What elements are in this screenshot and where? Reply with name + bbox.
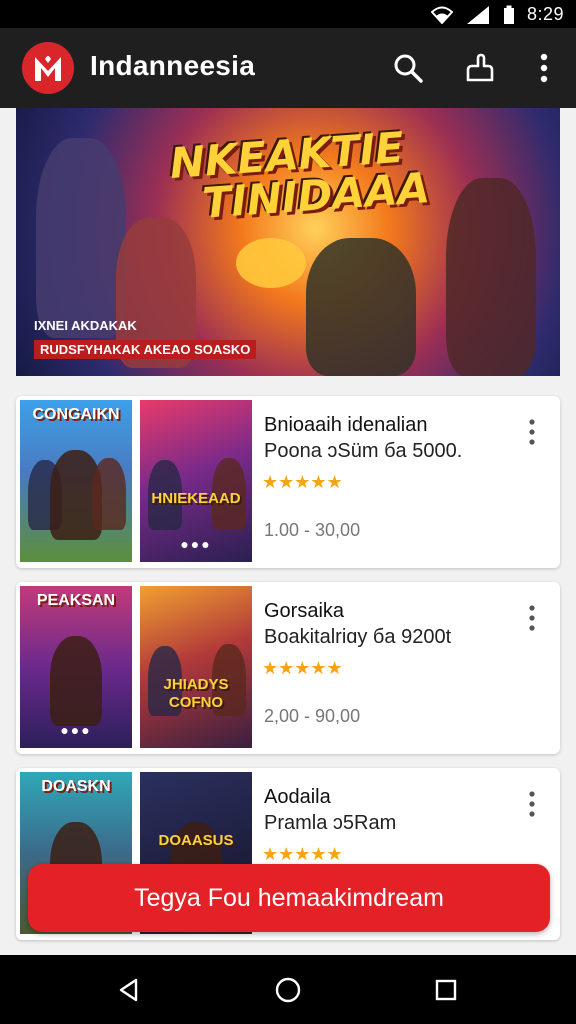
game-card-2[interactable]: PEAKSAN ●●● JHIADYS COFNO Gorsaika Boaki… — [16, 582, 560, 754]
card-3-rating-stars: ★★★★★ — [262, 844, 343, 864]
app-title: Indanneesia — [90, 50, 256, 81]
banner-title: NKEAKTIE TINIDAAA — [168, 123, 432, 228]
wifi-icon — [430, 6, 453, 24]
card-2-title: Gorsaika — [264, 600, 345, 622]
card-2-thumb-1-dots: ●●● — [60, 722, 92, 738]
banner-flame — [236, 238, 306, 288]
card-2-thumb-2-caption: JHIADYS COFNO — [163, 676, 229, 711]
card-1-subtitle: Poona ɔSüm бa 5000. — [264, 440, 463, 462]
banner-tagline: RUDSFYHAKAK AKEAO SOASKO — [34, 340, 257, 359]
card-1-title: Bnioaaih idenalian — [264, 414, 428, 436]
navigation-bar — [0, 955, 576, 1024]
card-2-subtitle: Boakitalriɑy бa 9200t — [264, 626, 452, 648]
app-logo-icon[interactable] — [22, 42, 74, 94]
back-icon[interactable] — [112, 973, 146, 1007]
app-bar: Indanneesia — [0, 28, 576, 108]
battery-icon — [503, 5, 514, 24]
card-3-more-icon[interactable] — [520, 788, 544, 820]
card-2-thumb-1-caption: PEAKSAN — [36, 592, 116, 609]
status-bar: 8:29 — [0, 0, 576, 28]
card-1-price: 1.00 - 30,00 — [264, 520, 361, 540]
signal-icon — [466, 5, 489, 24]
search-icon[interactable] — [390, 50, 426, 86]
banner-hero-left — [36, 138, 126, 338]
card-2-more-icon[interactable] — [520, 602, 544, 634]
banner-subtitle: IXNEI AKDAKAK — [34, 318, 137, 333]
card-2-thumbnail-1[interactable]: PEAKSAN ●●● — [20, 586, 132, 748]
card-3-thumb-1-caption: DOASKN — [41, 778, 111, 795]
recents-icon[interactable] — [429, 973, 463, 1007]
card-1-thumb-2-caption: HNIEKEAAD — [151, 490, 241, 507]
home-icon[interactable] — [271, 973, 305, 1007]
banner-hero-right — [446, 178, 536, 376]
card-1-rating-stars: ★★★★★ — [262, 472, 343, 492]
primary-action-button[interactable]: Tegya Fou hemaakimdream — [28, 864, 550, 932]
card-2-thumb-1-figure — [50, 636, 102, 726]
card-1-thumb-1-figure-right — [92, 458, 126, 530]
card-1-thumb-2-dots: ●●● — [180, 536, 212, 552]
card-1-thumbnail-2[interactable]: HNIEKEAAD ●●● — [140, 400, 252, 562]
card-3-thumb-2-caption: DOAASUS — [158, 832, 234, 849]
card-2-thumbnail-2[interactable]: JHIADYS COFNO — [140, 586, 252, 748]
banner-hero-center — [306, 238, 416, 376]
card-3-subtitle: Pramla ɔ5Ram — [264, 812, 397, 834]
card-1-thumb-1-caption: CONGAIKN — [32, 406, 120, 423]
status-time: 8:29 — [526, 4, 564, 24]
share-icon[interactable] — [462, 50, 498, 86]
hero-banner[interactable]: NKEAKTIE TINIDAAA IXNEI AKDAKAK RUDSFYHA… — [16, 108, 560, 376]
game-card-1[interactable]: CONGAIKN HNIEKEAAD ●●● Bnioaaih idenalia… — [16, 396, 560, 568]
card-1-more-icon[interactable] — [520, 416, 544, 448]
status-icons: 8:29 — [430, 4, 564, 25]
card-1-thumbnail-1[interactable]: CONGAIKN — [20, 400, 132, 562]
more-vertical-icon[interactable] — [526, 50, 562, 86]
card-2-price: 2,00 - 90,00 — [264, 706, 361, 726]
card-3-title: Aodaila — [264, 786, 331, 808]
banner-title-line2: TINIDAAA — [200, 163, 432, 228]
card-2-rating-stars: ★★★★★ — [262, 658, 343, 678]
